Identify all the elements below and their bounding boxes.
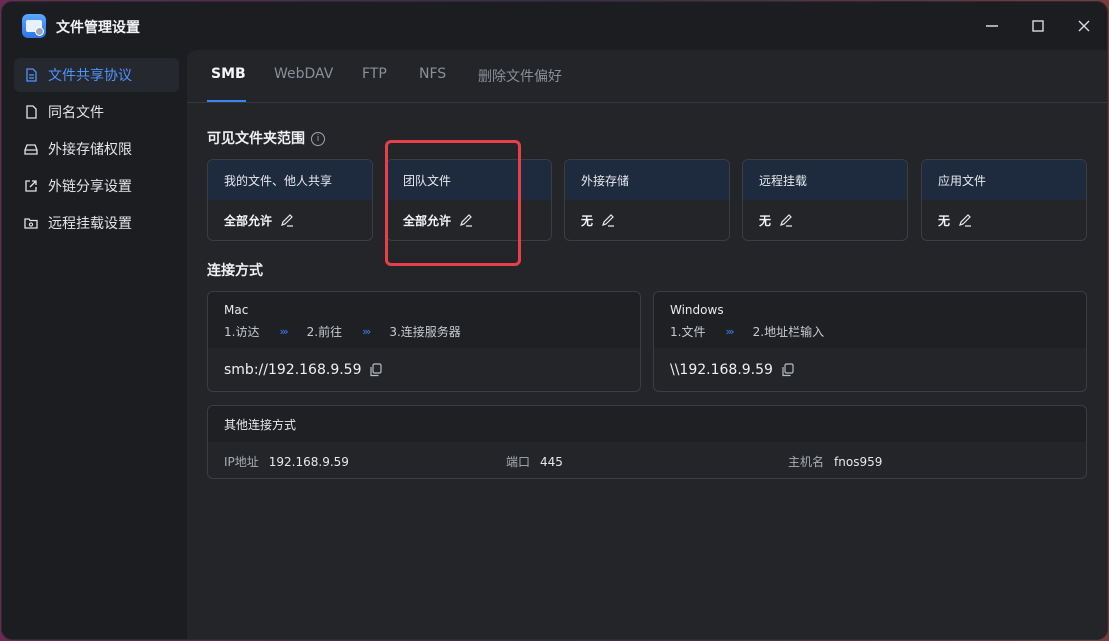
tab-delete-preference[interactable]: 删除文件偏好 — [478, 66, 562, 100]
tab-smb[interactable]: SMB — [211, 66, 246, 100]
step-arrow-icon: ››› — [362, 325, 371, 338]
windows-address-row: \\192.168.9.59 — [670, 362, 795, 378]
ip-field: IP地址 192.168.9.59 — [224, 453, 349, 470]
mac-address: smb://192.168.9.59 — [224, 362, 362, 378]
sidebar: 文件共享协议 同名文件 外接存储权限 外链分享设置 远程挂载设置 — [2, 50, 186, 639]
highlight-box — [385, 140, 521, 266]
sidebar-item-label: 文件共享协议 — [48, 68, 132, 84]
close-icon — [1078, 20, 1090, 32]
card-value: 全部允许 — [224, 213, 273, 228]
card-value-row: 全部允许 — [208, 200, 372, 240]
sidebar-item-duplicate-files[interactable]: 同名文件 — [14, 95, 179, 129]
tab-ftp[interactable]: FTP — [362, 66, 387, 100]
mac-step-2: 2.前往 — [306, 325, 343, 339]
other-connection-title: 其他连接方式 — [208, 406, 1086, 442]
scope-card-app-files: 应用文件 无 — [921, 159, 1087, 241]
maximize-icon — [1032, 20, 1044, 32]
ip-label: IP地址 — [224, 455, 259, 469]
main-content: SMB WebDAV FTP NFS 删除文件偏好 可见文件夹范围 i 我的文件、… — [187, 50, 1107, 639]
copy-icon[interactable] — [781, 363, 795, 377]
card-name: 外接存储 — [565, 160, 729, 200]
hostname-label: 主机名 — [788, 455, 825, 469]
sidebar-item-link-share[interactable]: 外链分享设置 — [14, 169, 179, 203]
visible-scope-label: 可见文件夹范围 — [207, 131, 305, 147]
minimize-icon — [986, 25, 998, 27]
scope-card-my-files: 我的文件、他人共享 全部允许 — [207, 159, 373, 241]
other-connection-panel: 其他连接方式 IP地址 192.168.9.59 端口 445 主机名 fnos959 — [207, 405, 1087, 479]
maximize-button[interactable] — [1028, 16, 1048, 36]
hostname-field: 主机名 fnos959 — [788, 453, 882, 470]
step-arrow-icon: ››› — [725, 325, 734, 338]
card-value: 无 — [938, 213, 951, 228]
sidebar-item-label: 外接存储权限 — [48, 142, 132, 158]
windows-label: Windows — [670, 303, 724, 317]
scope-card-external-storage: 外接存储 无 — [564, 159, 730, 241]
card-name: 远程挂载 — [743, 160, 907, 200]
port-field: 端口 445 — [506, 453, 563, 470]
edit-pencil-icon[interactable] — [280, 213, 294, 227]
folder-mount-icon — [24, 218, 38, 229]
mac-steps: 1.访达 ››› 2.前往 ››› 3.连接服务器 — [224, 323, 461, 340]
title-bar: 文件管理设置 — [2, 2, 1107, 50]
mac-step-1: 1.访达 — [224, 325, 260, 339]
windows-connection-panel: Windows 1.文件 ››› 2.地址栏输入 \\192.168.9.59 — [653, 291, 1087, 392]
port-value: 445 — [540, 455, 563, 469]
active-tab-indicator — [207, 100, 246, 102]
hostname-value: fnos959 — [834, 455, 883, 469]
card-value-row: 无 — [922, 200, 1086, 240]
windows-step-1: 1.文件 — [670, 325, 706, 339]
document-icon — [26, 68, 37, 82]
settings-window: 文件管理设置 文件共享协议 同名文件 外接存储权限 外链分享设置 远程挂载设置 … — [2, 2, 1107, 639]
windows-steps: 1.文件 ››› 2.地址栏输入 — [670, 323, 824, 340]
file-icon — [26, 105, 37, 119]
close-button[interactable] — [1074, 16, 1094, 36]
info-icon[interactable]: i — [311, 132, 325, 146]
card-value: 无 — [581, 213, 594, 228]
mac-label: Mac — [224, 303, 249, 317]
sidebar-item-label: 同名文件 — [48, 105, 104, 121]
step-arrow-icon: ››› — [279, 325, 288, 338]
sidebar-item-label: 远程挂载设置 — [48, 216, 132, 232]
tab-webdav[interactable]: WebDAV — [274, 66, 333, 100]
port-label: 端口 — [506, 455, 531, 469]
tab-nfs[interactable]: NFS — [419, 66, 446, 100]
card-name: 我的文件、他人共享 — [208, 160, 372, 200]
sidebar-item-label: 外链分享设置 — [48, 179, 132, 195]
scope-card-remote-mount: 远程挂载 无 — [742, 159, 908, 241]
windows-step-2: 2.地址栏输入 — [752, 325, 825, 339]
protocol-tabs: SMB WebDAV FTP NFS 删除文件偏好 — [187, 50, 1107, 103]
windows-address: \\192.168.9.59 — [670, 362, 773, 378]
mac-address-row: smb://192.168.9.59 — [224, 362, 383, 378]
card-value: 无 — [759, 213, 772, 228]
mac-connection-panel: Mac 1.访达 ››› 2.前往 ››› 3.连接服务器 smb://192.… — [207, 291, 641, 392]
card-value-row: 无 — [565, 200, 729, 240]
sidebar-item-file-sharing-protocol[interactable]: 文件共享协议 — [14, 58, 179, 92]
edit-pencil-icon[interactable] — [601, 213, 615, 227]
edit-pencil-icon[interactable] — [779, 213, 793, 227]
sidebar-item-external-storage[interactable]: 外接存储权限 — [14, 132, 179, 166]
card-name: 应用文件 — [922, 160, 1086, 200]
mac-connection-header: Mac 1.访达 ››› 2.前往 ››› 3.连接服务器 — [208, 292, 640, 348]
window-title: 文件管理设置 — [56, 20, 140, 36]
windows-connection-header: Windows 1.文件 ››› 2.地址栏输入 — [654, 292, 1086, 348]
copy-icon[interactable] — [369, 363, 383, 377]
share-icon — [25, 180, 37, 192]
visible-scope-title: 可见文件夹范围 i — [207, 128, 325, 148]
ip-value: 192.168.9.59 — [268, 455, 349, 469]
sidebar-item-remote-mount[interactable]: 远程挂载设置 — [14, 206, 179, 240]
other-connection-row: IP地址 192.168.9.59 端口 445 主机名 fnos959 — [208, 442, 1086, 478]
mac-step-3: 3.连接服务器 — [389, 325, 461, 339]
card-value-row: 无 — [743, 200, 907, 240]
drive-icon — [24, 144, 38, 155]
minimize-button[interactable] — [982, 16, 1002, 36]
file-manager-app-icon — [22, 14, 46, 38]
edit-pencil-icon[interactable] — [958, 213, 972, 227]
connection-title: 连接方式 — [207, 263, 263, 279]
